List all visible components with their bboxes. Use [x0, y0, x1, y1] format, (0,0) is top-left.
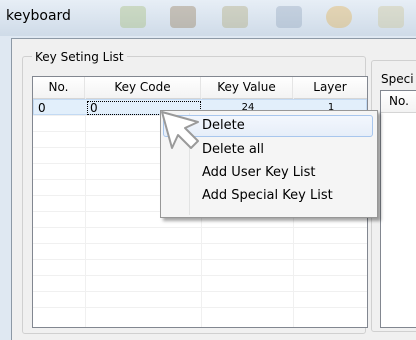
toolbar-decoration: [170, 6, 196, 28]
toolbar-decoration: [276, 6, 302, 28]
grid-line: [33, 307, 367, 308]
list-header: No. Key Code Key Value Layer: [33, 77, 367, 99]
toolbar-decoration: [326, 6, 352, 28]
column-header-no[interactable]: No.: [381, 91, 416, 112]
grid-line: [33, 291, 367, 292]
toolbar-decoration: [120, 6, 146, 28]
key-setting-group-label: Key Seting List: [32, 50, 127, 64]
grid-line: [33, 243, 367, 244]
toolbar-decoration: [222, 6, 248, 28]
menu-item-add-special-key-list[interactable]: Add Special Key List: [163, 185, 373, 207]
grid-line: [33, 259, 367, 260]
special-list-group-label: Speci: [381, 72, 416, 86]
grid-line: [33, 227, 367, 228]
grid-line: [85, 98, 86, 327]
arrow-cursor-icon: [161, 111, 199, 149]
column-header-key-value[interactable]: Key Value: [201, 77, 293, 98]
special-list-view[interactable]: No.: [380, 90, 416, 328]
list-header: No.: [381, 91, 416, 113]
column-header-no[interactable]: No.: [33, 77, 85, 98]
cell-no: 0: [38, 101, 46, 115]
title-bar: keyboard: [0, 0, 416, 36]
column-header-layer[interactable]: Layer: [293, 77, 367, 98]
toolbar-decoration: [378, 6, 404, 28]
window-title: keyboard: [6, 8, 71, 24]
column-header-key-code[interactable]: Key Code: [85, 77, 201, 98]
grid-line: [33, 275, 367, 276]
menu-item-add-user-key-list[interactable]: Add User Key List: [163, 162, 373, 184]
